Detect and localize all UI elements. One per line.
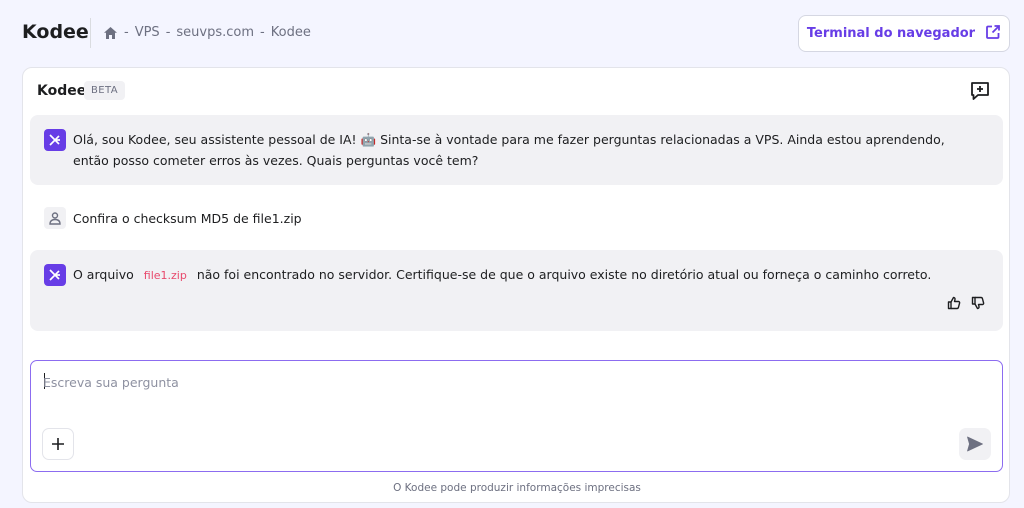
home-icon[interactable]	[103, 26, 118, 40]
breadcrumb-vps[interactable]: VPS	[135, 25, 160, 40]
send-icon	[967, 436, 983, 452]
breadcrumb-current: Kodee	[270, 25, 311, 40]
beta-badge: BETA	[84, 81, 125, 100]
plus-icon	[52, 438, 64, 450]
header-divider	[90, 18, 91, 48]
attach-button[interactable]	[42, 428, 74, 460]
message-text: O arquivo file1.zip não foi encontrado n…	[73, 264, 983, 286]
assistant-message: Olá, sou Kodee, seu assistente pessoal d…	[30, 115, 1003, 185]
thumbs-down-icon[interactable]	[969, 294, 987, 312]
message-text: Confira o checksum MD5 de file1.zip	[73, 211, 302, 226]
panel-title: Kodee	[37, 83, 87, 99]
assistant-message: O arquivo file1.zip não foi encontrado n…	[30, 250, 1003, 331]
browser-terminal-label: Terminal do navegador	[806, 26, 976, 41]
kodee-avatar-icon	[44, 129, 66, 151]
new-chat-icon[interactable]	[968, 79, 992, 103]
message-text-part: não foi encontrado no servidor. Certifiq…	[196, 267, 932, 282]
browser-terminal-button[interactable]: Terminal do navegador	[798, 15, 1010, 52]
inline-code: file1.zip	[143, 269, 187, 282]
message-text: Olá, sou Kodee, seu assistente pessoal d…	[73, 132, 945, 168]
message-text-part: O arquivo	[73, 267, 134, 282]
breadcrumb-separator: -	[260, 25, 265, 40]
send-button[interactable]	[959, 428, 991, 460]
breadcrumb: - VPS - seuvps.com - Kodee	[103, 25, 311, 40]
feedback-buttons	[945, 294, 987, 312]
breadcrumb-separator: -	[124, 25, 129, 40]
app-title: Kodee	[22, 21, 89, 43]
kodee-chat-panel: Kodee BETA Olá, sou Kodee, seu assistent…	[22, 67, 1010, 503]
disclaimer-text: O Kodee pode produzir informações imprec…	[393, 482, 641, 494]
user-message: Confira o checksum MD5 de file1.zip	[30, 202, 1003, 234]
breadcrumb-domain[interactable]: seuvps.com	[176, 25, 254, 40]
breadcrumb-separator: -	[165, 25, 171, 40]
question-input[interactable]	[43, 371, 943, 393]
top-bar: Kodee - VPS - seuvps.com - Kodee Termina…	[0, 0, 1024, 66]
kodee-avatar-icon	[44, 264, 66, 286]
external-link-icon	[985, 24, 1001, 44]
thumbs-up-icon[interactable]	[945, 294, 963, 312]
question-box	[30, 360, 1003, 472]
user-avatar-icon	[44, 207, 66, 229]
